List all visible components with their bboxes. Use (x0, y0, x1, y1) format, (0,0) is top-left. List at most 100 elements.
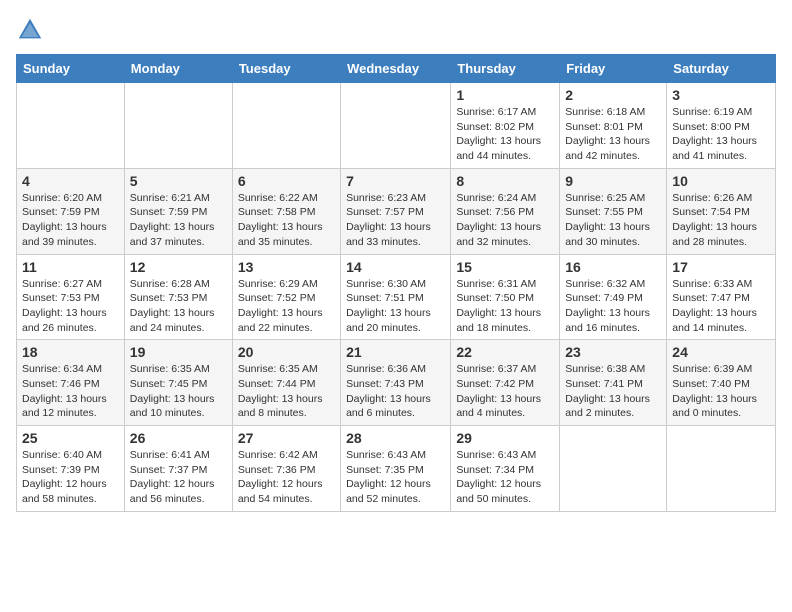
calendar-cell (17, 83, 125, 169)
day-number: 11 (22, 259, 119, 275)
day-info: Sunrise: 6:34 AM Sunset: 7:46 PM Dayligh… (22, 362, 119, 421)
calendar-cell: 25 Sunrise: 6:40 AM Sunset: 7:39 PM Dayli… (17, 426, 125, 512)
day-info: Sunrise: 6:24 AM Sunset: 7:56 PM Dayligh… (456, 191, 554, 250)
calendar-cell: 3 Sunrise: 6:19 AM Sunset: 8:00 PM Daylig… (667, 83, 776, 169)
calendar-cell: 23 Sunrise: 6:38 AM Sunset: 7:41 PM Dayli… (560, 340, 667, 426)
calendar-cell: 10 Sunrise: 6:26 AM Sunset: 7:54 PM Dayli… (667, 168, 776, 254)
day-number: 1 (456, 87, 554, 103)
calendar-week-row: 25 Sunrise: 6:40 AM Sunset: 7:39 PM Dayli… (17, 426, 776, 512)
day-number: 22 (456, 344, 554, 360)
day-info: Sunrise: 6:35 AM Sunset: 7:44 PM Dayligh… (238, 362, 335, 421)
day-number: 6 (238, 173, 335, 189)
day-info: Sunrise: 6:29 AM Sunset: 7:52 PM Dayligh… (238, 277, 335, 336)
calendar-week-row: 1 Sunrise: 6:17 AM Sunset: 8:02 PM Daylig… (17, 83, 776, 169)
day-info: Sunrise: 6:38 AM Sunset: 7:41 PM Dayligh… (565, 362, 661, 421)
day-info: Sunrise: 6:22 AM Sunset: 7:58 PM Dayligh… (238, 191, 335, 250)
calendar-cell: 16 Sunrise: 6:32 AM Sunset: 7:49 PM Dayli… (560, 254, 667, 340)
day-info: Sunrise: 6:35 AM Sunset: 7:45 PM Dayligh… (130, 362, 227, 421)
day-info: Sunrise: 6:40 AM Sunset: 7:39 PM Dayligh… (22, 448, 119, 507)
calendar-week-row: 4 Sunrise: 6:20 AM Sunset: 7:59 PM Daylig… (17, 168, 776, 254)
day-info: Sunrise: 6:21 AM Sunset: 7:59 PM Dayligh… (130, 191, 227, 250)
logo-icon (16, 16, 44, 44)
calendar-cell: 6 Sunrise: 6:22 AM Sunset: 7:58 PM Daylig… (232, 168, 340, 254)
calendar-cell: 20 Sunrise: 6:35 AM Sunset: 7:44 PM Dayli… (232, 340, 340, 426)
day-info: Sunrise: 6:39 AM Sunset: 7:40 PM Dayligh… (672, 362, 770, 421)
day-number: 24 (672, 344, 770, 360)
day-header-sunday: Sunday (17, 55, 125, 83)
day-number: 3 (672, 87, 770, 103)
day-number: 5 (130, 173, 227, 189)
calendar-cell: 12 Sunrise: 6:28 AM Sunset: 7:53 PM Dayli… (124, 254, 232, 340)
day-number: 4 (22, 173, 119, 189)
day-info: Sunrise: 6:41 AM Sunset: 7:37 PM Dayligh… (130, 448, 227, 507)
day-number: 13 (238, 259, 335, 275)
day-number: 18 (22, 344, 119, 360)
calendar-cell: 27Sunrise: 6:42 AM Sunset: 7:36 PM Dayli… (232, 426, 340, 512)
day-info: Sunrise: 6:28 AM Sunset: 7:53 PM Dayligh… (130, 277, 227, 336)
day-number: 26 (130, 430, 227, 446)
day-info: Sunrise: 6:32 AM Sunset: 7:49 PM Dayligh… (565, 277, 661, 336)
calendar-cell: 13 Sunrise: 6:29 AM Sunset: 7:52 PM Dayli… (232, 254, 340, 340)
day-info: Sunrise: 6:30 AM Sunset: 7:51 PM Dayligh… (346, 277, 445, 336)
day-number: 7 (346, 173, 445, 189)
day-info: Sunrise: 6:31 AM Sunset: 7:50 PM Dayligh… (456, 277, 554, 336)
calendar-cell (124, 83, 232, 169)
day-number: 14 (346, 259, 445, 275)
calendar-cell: 1 Sunrise: 6:17 AM Sunset: 8:02 PM Daylig… (451, 83, 560, 169)
calendar-cell: 18 Sunrise: 6:34 AM Sunset: 7:46 PM Dayli… (17, 340, 125, 426)
calendar-cell: 17 Sunrise: 6:33 AM Sunset: 7:47 PM Dayli… (667, 254, 776, 340)
day-info: Sunrise: 6:20 AM Sunset: 7:59 PM Dayligh… (22, 191, 119, 250)
calendar-cell: 29 Sunrise: 6:43 AM Sunset: 7:34 PM Dayli… (451, 426, 560, 512)
calendar-cell: 7 Sunrise: 6:23 AM Sunset: 7:57 PM Daylig… (341, 168, 451, 254)
logo (16, 16, 48, 44)
day-number: 19 (130, 344, 227, 360)
calendar-cell: 28 Sunrise: 6:43 AM Sunset: 7:35 PM Dayli… (341, 426, 451, 512)
calendar-cell: 21 Sunrise: 6:36 AM Sunset: 7:43 PM Dayli… (341, 340, 451, 426)
day-info: Sunrise: 6:37 AM Sunset: 7:42 PM Dayligh… (456, 362, 554, 421)
day-info: Sunrise: 6:17 AM Sunset: 8:02 PM Dayligh… (456, 105, 554, 164)
day-info: Sunrise: 6:33 AM Sunset: 7:47 PM Dayligh… (672, 277, 770, 336)
calendar-cell: 26 Sunrise: 6:41 AM Sunset: 7:37 PM Dayli… (124, 426, 232, 512)
day-number: 10 (672, 173, 770, 189)
day-number: 29 (456, 430, 554, 446)
day-info: Sunrise: 6:19 AM Sunset: 8:00 PM Dayligh… (672, 105, 770, 164)
day-number: 12 (130, 259, 227, 275)
day-info: Sunrise: 6:27 AM Sunset: 7:53 PM Dayligh… (22, 277, 119, 336)
calendar-cell: 19 Sunrise: 6:35 AM Sunset: 7:45 PM Dayli… (124, 340, 232, 426)
calendar-cell: 11 Sunrise: 6:27 AM Sunset: 7:53 PM Dayli… (17, 254, 125, 340)
day-info: Sunrise: 6:43 AM Sunset: 7:35 PM Dayligh… (346, 448, 445, 507)
day-number: 17 (672, 259, 770, 275)
day-header-friday: Friday (560, 55, 667, 83)
day-number: 15 (456, 259, 554, 275)
page-header (16, 16, 776, 44)
calendar-cell: 5 Sunrise: 6:21 AM Sunset: 7:59 PM Daylig… (124, 168, 232, 254)
day-info: Sunrise: 6:26 AM Sunset: 7:54 PM Dayligh… (672, 191, 770, 250)
calendar-cell: 4 Sunrise: 6:20 AM Sunset: 7:59 PM Daylig… (17, 168, 125, 254)
day-number: 23 (565, 344, 661, 360)
day-number: 28 (346, 430, 445, 446)
calendar-cell (667, 426, 776, 512)
calendar-table: SundayMondayTuesdayWednesdayThursdayFrid… (16, 54, 776, 512)
day-header-wednesday: Wednesday (341, 55, 451, 83)
day-number: 25 (22, 430, 119, 446)
calendar-header-row: SundayMondayTuesdayWednesdayThursdayFrid… (17, 55, 776, 83)
calendar-cell (232, 83, 340, 169)
calendar-cell (560, 426, 667, 512)
day-info: Sunrise: 6:25 AM Sunset: 7:55 PM Dayligh… (565, 191, 661, 250)
day-number: 9 (565, 173, 661, 189)
calendar-week-row: 11 Sunrise: 6:27 AM Sunset: 7:53 PM Dayli… (17, 254, 776, 340)
calendar-cell: 22 Sunrise: 6:37 AM Sunset: 7:42 PM Dayli… (451, 340, 560, 426)
calendar-cell: 2Sunrise: 6:18 AM Sunset: 8:01 PM Daylig… (560, 83, 667, 169)
day-number: 27 (238, 430, 335, 446)
day-number: 16 (565, 259, 661, 275)
day-info: Sunrise: 6:36 AM Sunset: 7:43 PM Dayligh… (346, 362, 445, 421)
calendar-cell: 8Sunrise: 6:24 AM Sunset: 7:56 PM Daylig… (451, 168, 560, 254)
calendar-cell: 14 Sunrise: 6:30 AM Sunset: 7:51 PM Dayli… (341, 254, 451, 340)
day-info: Sunrise: 6:23 AM Sunset: 7:57 PM Dayligh… (346, 191, 445, 250)
day-number: 20 (238, 344, 335, 360)
calendar-cell (341, 83, 451, 169)
calendar-cell: 9 Sunrise: 6:25 AM Sunset: 7:55 PM Daylig… (560, 168, 667, 254)
day-info: Sunrise: 6:43 AM Sunset: 7:34 PM Dayligh… (456, 448, 554, 507)
day-number: 21 (346, 344, 445, 360)
day-header-thursday: Thursday (451, 55, 560, 83)
